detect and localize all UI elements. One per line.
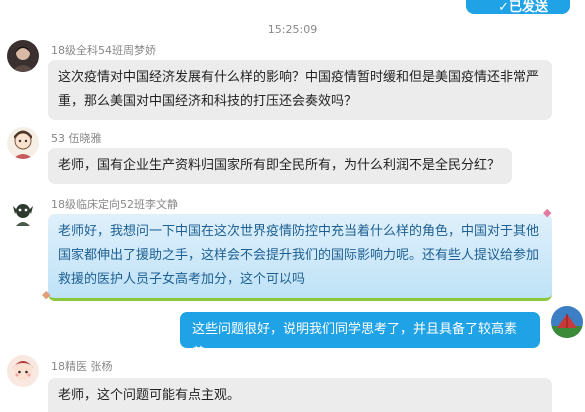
message-bubble[interactable]: 老师，这个问题可能有点主观。	[48, 378, 552, 412]
sent-message-bubble-partial[interactable]: ✓已发送	[466, 0, 570, 15]
user-avatar-icon	[7, 40, 39, 72]
user-avatar-icon	[7, 355, 39, 387]
sender-name: 18精医 张杨	[51, 360, 113, 373]
avatar-zhang-yang[interactable]	[7, 355, 39, 387]
user-avatar-icon	[7, 196, 39, 228]
kite-icon: ◆	[42, 288, 51, 301]
avatar-wu-xiaoya[interactable]	[7, 127, 39, 159]
message-bubble[interactable]: 这次疫情对中国经济发展有什么样的影响？中国疫情暂时缓和但是美国疫情还非常严重，那…	[48, 60, 552, 120]
avatar-zhou-mengjiao[interactable]	[7, 40, 39, 72]
sent-message-text: ✓已发送	[498, 0, 548, 15]
kite-icon: ◆	[543, 206, 552, 219]
sender-name: 18级全科54班周梦娇	[51, 44, 156, 57]
avatar-teacher[interactable]	[551, 306, 583, 338]
sender-name: 18级临床定向52班李文静	[51, 198, 178, 211]
outgoing-message-bubble[interactable]: 这些问题很好，说明我们同学思考了，并且具备了较高素养	[180, 312, 540, 361]
teacher-avatar-icon	[551, 306, 583, 338]
avatar-li-wenjing[interactable]	[7, 196, 39, 228]
message-bubble[interactable]: 老师好，我想问一下中国在这次世界疫情防控中充当着什么样的角色，中国对于其他国家都…	[48, 214, 552, 301]
message-timestamp: 15:25:09	[267, 23, 318, 36]
message-bubble[interactable]: 老师，国有企业生产资料归国家所有即全民所有，为什么利润不是全民分红？	[48, 148, 512, 184]
sender-name: 53 伍晓雅	[51, 132, 102, 145]
user-avatar-icon	[7, 127, 39, 159]
